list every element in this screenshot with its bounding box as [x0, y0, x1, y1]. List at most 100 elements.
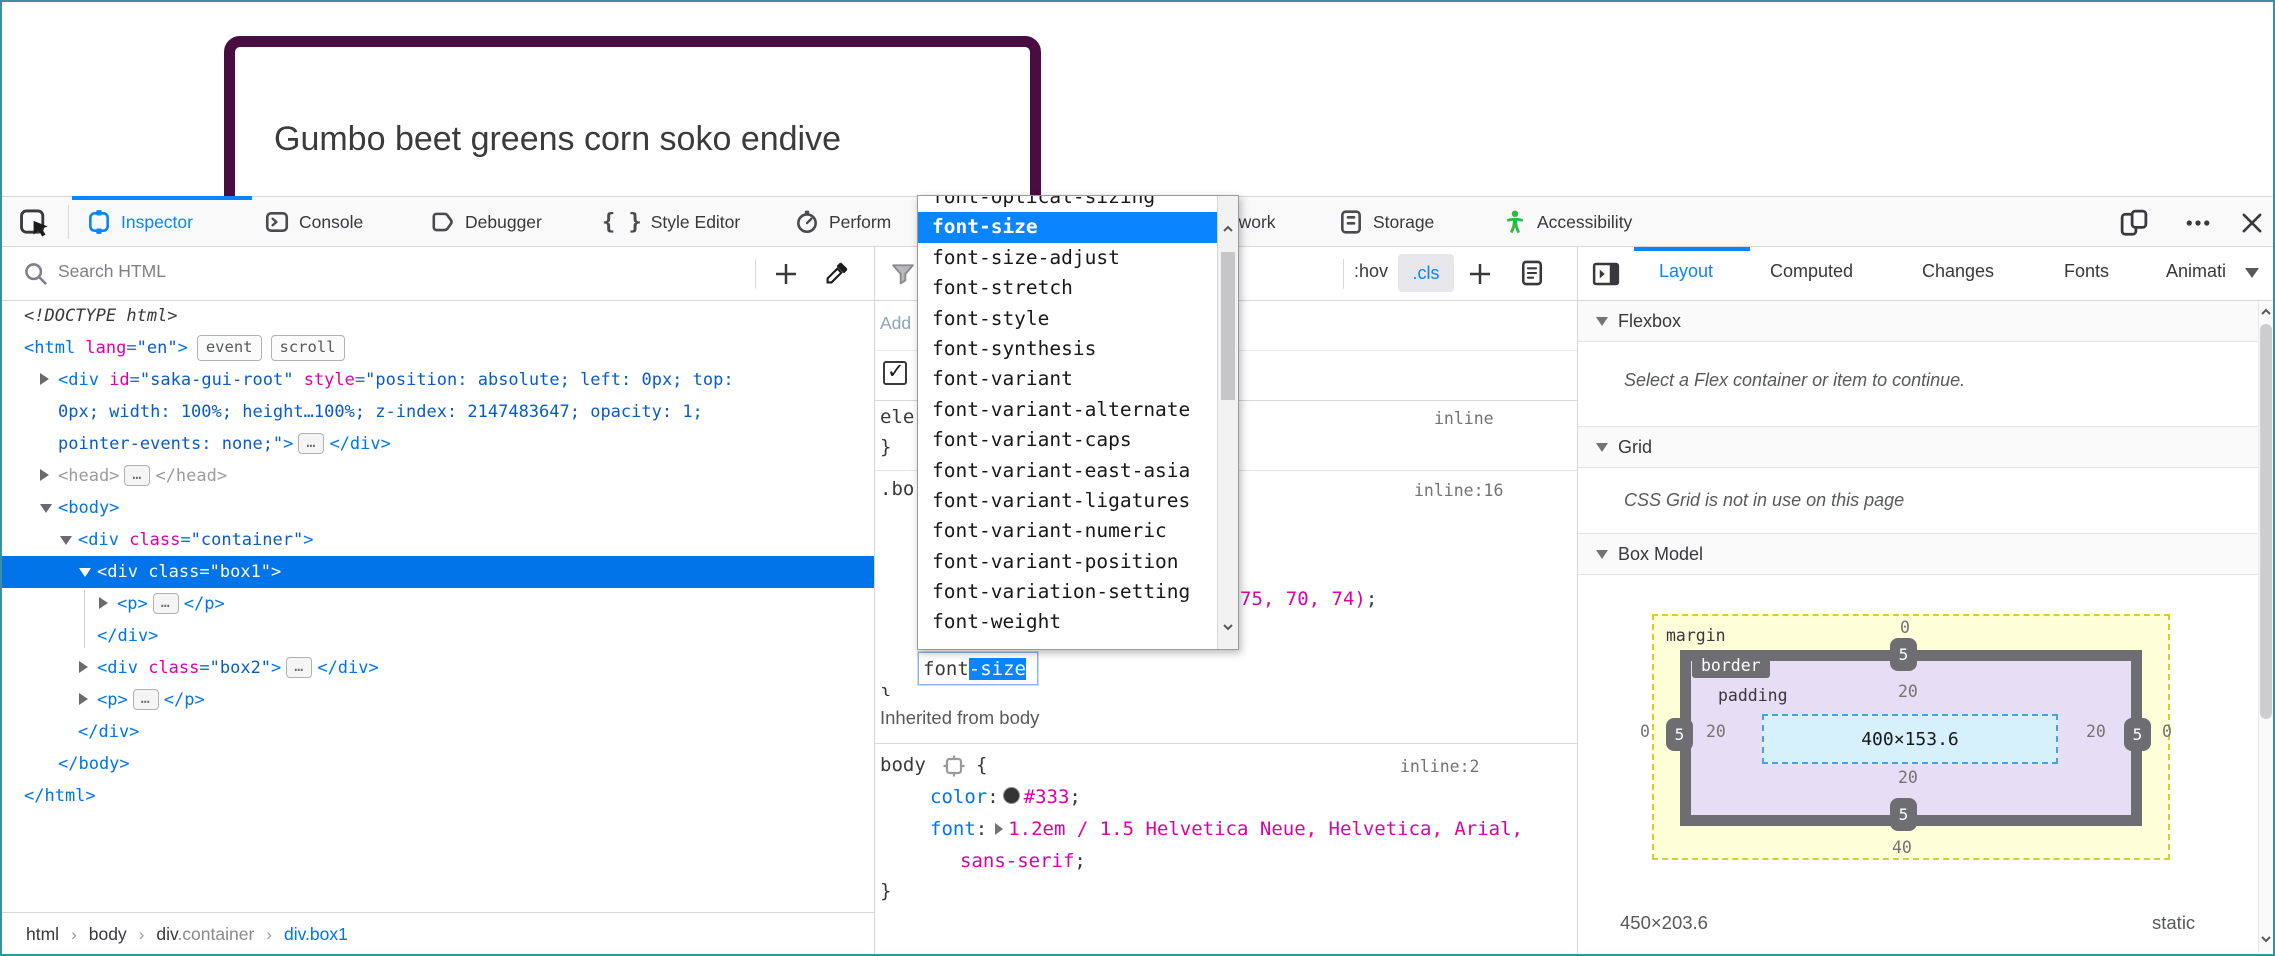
event-badge[interactable]: event	[197, 335, 262, 361]
autocomplete-item-font-style[interactable]: font-style	[918, 304, 1217, 334]
margin-top-value[interactable]: 0	[1900, 618, 1910, 637]
breadcrumb-item-div-box1[interactable]: div.box1	[284, 924, 348, 945]
section-grid[interactable]: Grid	[1578, 427, 2258, 468]
selector-highlighter-icon[interactable]	[942, 754, 966, 778]
collapse-arrow-icon[interactable]	[40, 504, 52, 513]
color-swatch[interactable]	[1003, 787, 1020, 804]
scroll-up-icon[interactable]	[2259, 305, 2273, 319]
tree-row[interactable]: <div class="container">	[2, 524, 874, 556]
box1-declaration-fragment[interactable]: 75, 70, 74);	[1240, 588, 1377, 610]
scroll-down-icon[interactable]	[1221, 620, 1235, 634]
close-icon[interactable]	[2234, 206, 2270, 240]
padding-top-value[interactable]: 20	[1898, 682, 1918, 701]
rule-source-link[interactable]: inline:2	[1400, 757, 1479, 776]
expand-arrow-icon[interactable]	[40, 373, 49, 385]
body-rule-selector[interactable]: body	[880, 754, 926, 776]
autocomplete-item-font-variant[interactable]: font-variant	[918, 364, 1217, 394]
scroll-down-icon[interactable]	[2259, 932, 2273, 946]
autocomplete-item-font-variant-caps[interactable]: font-variant-caps	[918, 425, 1217, 455]
search-input[interactable]: Search HTML	[58, 261, 166, 282]
tree-row[interactable]: <p>…</p>	[2, 588, 874, 620]
tree-row[interactable]: </div>	[2, 620, 874, 652]
tree-row[interactable]: </div>	[2, 716, 874, 748]
expand-arrow-icon[interactable]	[79, 693, 88, 705]
print-simulation-icon[interactable]	[1516, 257, 1548, 289]
padding-bottom-value[interactable]: 20	[1898, 768, 1918, 787]
devtools-tab-accessibility[interactable]: Accessibility	[1502, 203, 1632, 241]
pseudo-class-toggle[interactable]: :hov	[1354, 261, 1388, 282]
sidebar-tab-changes[interactable]: Changes	[1922, 261, 1994, 282]
tree-row[interactable]: <html lang="en">eventscroll	[2, 332, 874, 364]
padding-right-value[interactable]: 20	[2086, 722, 2106, 741]
element-rule-selector[interactable]: ele	[880, 406, 914, 428]
class-toggle[interactable]: .cls	[1398, 254, 1454, 292]
sidebar-tab-fonts[interactable]: Fonts	[2064, 261, 2109, 282]
tree-row[interactable]: <p>…</p>	[2, 684, 874, 716]
autocomplete-item-font-variation-setting[interactable]: font-variation-setting	[918, 577, 1217, 607]
autocomplete-item-font-variant-alternate[interactable]: font-variant-alternate	[918, 395, 1217, 425]
more-options-icon[interactable]	[2180, 206, 2216, 240]
breadcrumb-item-div[interactable]: div.container	[156, 924, 254, 945]
tree-row[interactable]: <div class="box2">…</div>	[2, 652, 874, 684]
breadcrumb-item-body[interactable]: body	[89, 924, 127, 945]
autocomplete-item-font-synthesis[interactable]: font-synthesis	[918, 334, 1217, 364]
sidebar-toggle-icon[interactable]	[1590, 258, 1622, 290]
body-decl-font[interactable]: font:1.2em / 1.5 Helvetica Neue, Helveti…	[930, 818, 1523, 840]
eyedropper-icon[interactable]	[820, 258, 852, 290]
autocomplete-item-font-variant-east-asia[interactable]: font-variant-east-asia	[918, 456, 1217, 486]
filter-icon[interactable]	[888, 259, 918, 289]
sidebar-tab-computed[interactable]: Computed	[1770, 261, 1853, 282]
section-flexbox[interactable]: Flexbox	[1578, 301, 2258, 342]
tree-row[interactable]: </html>	[2, 780, 874, 812]
collapsed-content-pill[interactable]: …	[124, 465, 150, 486]
border-bottom-value[interactable]: 5	[1890, 798, 1917, 831]
node-picker-icon[interactable]	[16, 204, 54, 242]
add-node-icon[interactable]	[770, 258, 802, 290]
margin-right-value[interactable]: 0	[2162, 722, 2172, 741]
scroll-up-icon[interactable]	[1221, 222, 1235, 236]
add-class-input[interactable]: Add	[880, 313, 911, 334]
breadcrumb-item-html[interactable]: html	[26, 924, 59, 945]
collapsed-content-pill[interactable]: …	[286, 657, 312, 678]
tree-row[interactable]: <!DOCTYPE html>	[2, 300, 874, 332]
tree-row[interactable]: <div class="box1">	[2, 556, 874, 588]
box-model-content[interactable]: 400×153.6	[1762, 714, 2058, 764]
expand-arrow-icon[interactable]	[79, 661, 88, 673]
class-checkbox[interactable]: ✓	[883, 361, 907, 385]
devtools-tab-debugger[interactable]: Debugger	[430, 203, 542, 241]
margin-left-value[interactable]: 0	[1640, 722, 1650, 741]
tree-row[interactable]: <body>	[2, 492, 874, 524]
autocomplete-item-font-stretch[interactable]: font-stretch	[918, 273, 1217, 303]
add-rule-icon[interactable]	[1464, 258, 1496, 290]
padding-left-value[interactable]: 20	[1706, 722, 1726, 741]
panel-divider[interactable]	[1577, 247, 1578, 956]
collapse-arrow-icon[interactable]	[79, 568, 91, 577]
sidebar-tab-layout[interactable]: Layout	[1659, 261, 1713, 282]
devtools-tab-inspector[interactable]: Inspector	[86, 203, 193, 241]
collapse-arrow-icon[interactable]	[60, 536, 72, 545]
property-name-editor[interactable]: font-size	[918, 652, 1038, 685]
body-decl-color[interactable]: color:#333;	[930, 786, 1081, 808]
rule-source-link[interactable]: inline:16	[1414, 481, 1503, 500]
scrollbar-thumb[interactable]	[1221, 252, 1235, 400]
expand-font-icon[interactable]	[995, 823, 1003, 835]
autocomplete-item-font-variant-numeric[interactable]: font-variant-numeric	[918, 516, 1217, 546]
section-box-model[interactable]: Box Model	[1578, 534, 2258, 575]
expand-arrow-icon[interactable]	[40, 469, 49, 481]
devtools-tab-console[interactable]: Console	[264, 203, 363, 241]
scrollbar-thumb[interactable]	[2260, 324, 2272, 719]
collapsed-content-pill[interactable]: …	[133, 689, 159, 710]
responsive-design-mode-icon[interactable]	[2116, 206, 2152, 240]
autocomplete-item-font-weight[interactable]: font-weight	[918, 607, 1217, 637]
autocomplete-item-font-optical-sizing[interactable]: font-optical-sizing	[918, 195, 1217, 212]
rule-source-link[interactable]: inline	[1434, 409, 1494, 428]
margin-bottom-value[interactable]: 40	[1892, 838, 1912, 857]
autocomplete-item-font-variant-position[interactable]: font-variant-position	[918, 547, 1217, 577]
tree-row[interactable]: </body>	[2, 748, 874, 780]
tab-overflow-icon[interactable]	[2245, 268, 2259, 278]
autocomplete-item-font-size-adjust[interactable]: font-size-adjust	[918, 243, 1217, 273]
scrollbar[interactable]	[1217, 196, 1238, 649]
devtools-tab-style-editor[interactable]: { }Style Editor	[602, 203, 740, 241]
border-left-value[interactable]: 5	[1666, 718, 1693, 751]
expand-arrow-icon[interactable]	[99, 597, 108, 609]
